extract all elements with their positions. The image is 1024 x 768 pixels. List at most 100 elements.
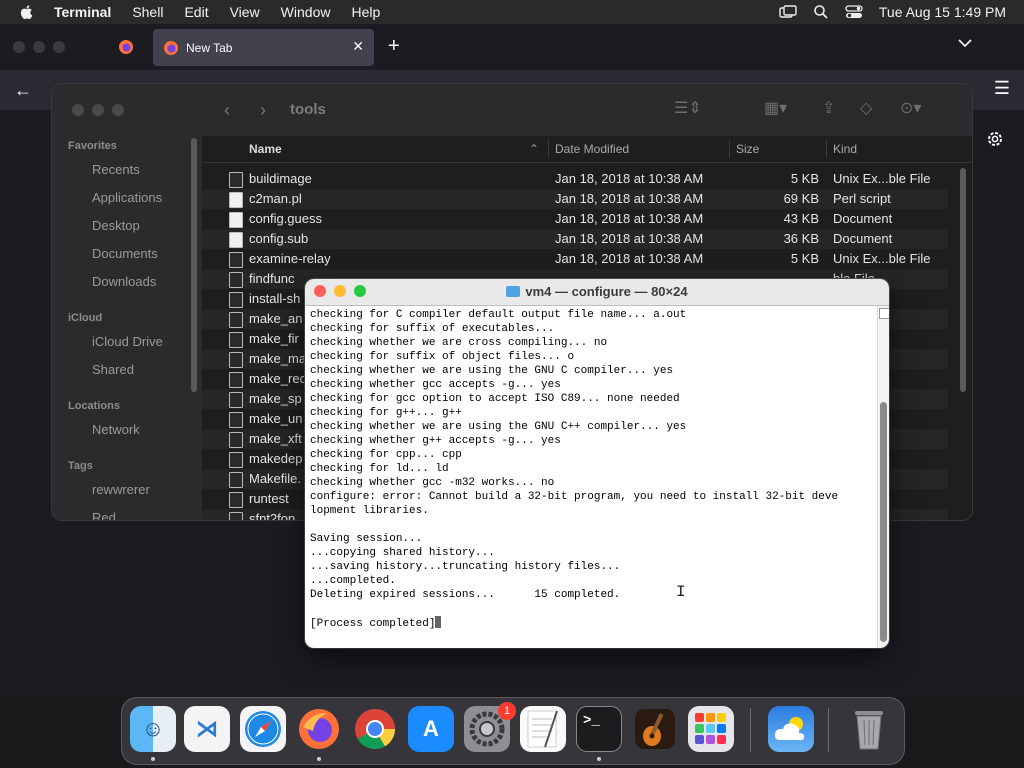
window-zoom-button[interactable]	[53, 41, 65, 53]
file-row[interactable]: examine-relay Jan 18, 2018 at 10:38 AM 5 K…	[202, 249, 948, 269]
new-tab-icon[interactable]: +	[388, 35, 400, 58]
dock-garageband-icon[interactable]	[632, 706, 678, 752]
sort-chevron-icon[interactable]: ⌃	[529, 142, 539, 156]
terminal-scroll-thumb[interactable]	[880, 402, 887, 642]
file-row[interactable]: c2man.pl Jan 18, 2018 at 10:38 AM 69 KB Per…	[202, 189, 948, 209]
window-minimize-button[interactable]	[33, 41, 45, 53]
terminal-line-text: lopment libraries.	[310, 505, 429, 517]
sidebar-item-applications[interactable]: Applications	[92, 190, 162, 205]
sidebar-item-icloud-drive[interactable]: iCloud Drive	[92, 334, 163, 349]
terminal-line-text: checking whether gcc -m32 works... no	[310, 477, 555, 489]
back-arrow-icon[interactable]: ←	[14, 80, 32, 101]
terminal-title-bar[interactable]: vm4 — configure — 80×24	[305, 279, 889, 306]
file-name: install-sh	[249, 291, 301, 306]
back-chevron-icon[interactable]: ‹	[224, 100, 230, 121]
tag-icon[interactable]: ◇	[860, 98, 872, 118]
dock-app-store-icon[interactable]: A	[408, 706, 454, 752]
terminal-title: vm4 — configure — 80×24	[305, 284, 889, 299]
column-date-modified[interactable]: Date Modified	[555, 142, 629, 156]
sidebar-tag-rewwrerer[interactable]: rewwrerer	[92, 482, 150, 497]
dock-trash-icon[interactable]	[846, 706, 892, 752]
dock-system-settings-icon[interactable]: 1	[464, 702, 516, 752]
terminal-line: ...completed.	[310, 574, 877, 588]
control-center-icon[interactable]	[845, 5, 863, 19]
folder-icon	[506, 286, 521, 297]
menu-edit[interactable]: Edit	[184, 4, 208, 20]
finder-close-button[interactable]	[72, 104, 84, 116]
dock-textedit-icon[interactable]	[520, 706, 566, 752]
group-icon[interactable]: ▦▾	[764, 98, 787, 118]
file-kind: Perl script	[833, 191, 891, 206]
screen-mirroring-icon[interactable]	[779, 5, 797, 19]
dock-safari-icon[interactable]	[240, 706, 286, 752]
settings-badge: 1	[498, 702, 516, 720]
file-name: sfnt2fon	[249, 511, 296, 520]
sidebar-tag-red[interactable]: Red	[92, 510, 116, 520]
tab-new-tab[interactable]: New Tab ✕	[153, 29, 374, 66]
sidebar-item-network[interactable]: Network	[92, 422, 140, 437]
terminal-scrollbar[interactable]	[877, 306, 889, 648]
file-name: examine-relay	[249, 251, 331, 266]
dock-firefox-icon[interactable]	[296, 706, 342, 752]
finder-minimize-button[interactable]	[92, 104, 104, 116]
terminal-line-text: checking for suffix of object files... o	[310, 351, 575, 363]
terminal-line: checking for C compiler default output f…	[310, 308, 877, 322]
terminal-line-text: configure: error: Cannot build a 32-bit …	[310, 491, 839, 503]
dock-finder-icon[interactable]: ☺	[130, 706, 176, 752]
finder-folder-title: tools	[290, 101, 326, 118]
file-row[interactable]: config.sub Jan 18, 2018 at 10:38 AM 36 KB D…	[202, 229, 948, 249]
file-row[interactable]: config.guess Jan 18, 2018 at 10:38 AM 43 K…	[202, 209, 948, 229]
spotlight-search-icon[interactable]	[813, 4, 829, 20]
sidebar-item-documents[interactable]: Documents	[92, 246, 158, 261]
file-list-scrollbar[interactable]	[960, 168, 966, 392]
menu-shell[interactable]: Shell	[132, 4, 163, 20]
file-icon	[229, 312, 243, 328]
list-view-icon[interactable]: ☰⇕	[674, 98, 702, 118]
forward-chevron-icon[interactable]: ›	[260, 100, 266, 121]
sidebar-item-downloads[interactable]: Downloads	[92, 274, 156, 289]
sidebar-scrollbar[interactable]	[191, 138, 197, 392]
dock-launchpad-icon[interactable]	[688, 706, 734, 752]
terminal-line-text: checking for C compiler default output f…	[310, 309, 687, 321]
menu-window[interactable]: Window	[281, 4, 331, 20]
column-size[interactable]: Size	[736, 142, 759, 156]
menu-help[interactable]: Help	[351, 4, 380, 20]
window-close-button[interactable]	[13, 41, 25, 53]
sidebar-item-recents[interactable]: Recents	[92, 162, 140, 177]
scroll-up-arrow[interactable]	[879, 308, 889, 319]
firefox-pinned-tab-icon[interactable]	[118, 39, 134, 55]
share-icon[interactable]: ⇪	[822, 98, 835, 118]
finder-toolbar: ‹ › tools ☰⇕ ▦▾ ⇪ ◇ ⊙▾	[202, 84, 972, 137]
sidebar-item-shared[interactable]: Shared	[92, 362, 134, 377]
menu-view[interactable]: View	[230, 4, 260, 20]
terminal-line: ...saving history...truncating history f…	[310, 560, 877, 574]
sidebar-item-desktop[interactable]: Desktop	[92, 218, 140, 233]
close-tab-icon[interactable]: ✕	[352, 38, 364, 55]
menu-app-name[interactable]: Terminal	[54, 4, 111, 20]
terminal-line-text: ...copying shared history...	[310, 547, 495, 559]
dock-weather-icon[interactable]	[768, 706, 814, 752]
file-name: make_sp	[249, 391, 302, 406]
column-name[interactable]: Name	[249, 142, 282, 156]
file-icon	[229, 412, 243, 428]
hamburger-menu-icon[interactable]: ☰	[994, 78, 1010, 99]
menu-clock[interactable]: Tue Aug 15 1:49 PM	[879, 4, 1006, 20]
terminal-line-text: Deleting expired sessions... 15 complete…	[310, 589, 621, 601]
file-size: 5 KB	[790, 251, 819, 266]
more-actions-icon[interactable]: ⊙▾	[900, 98, 921, 118]
terminal-window: vm4 — configure — 80×24 checking for C c…	[305, 279, 889, 648]
terminal-line: checking whether gcc accepts -g... yes	[310, 378, 877, 392]
dock-chrome-icon[interactable]	[352, 706, 398, 752]
apple-menu-icon[interactable]	[18, 3, 36, 21]
column-kind[interactable]: Kind	[833, 142, 857, 156]
finder-zoom-button[interactable]	[112, 104, 124, 116]
terminal-output[interactable]: checking for C compiler default output f…	[305, 306, 877, 648]
file-name: config.guess	[249, 211, 322, 226]
dock-vscode-icon[interactable]: ⋊	[184, 706, 230, 752]
sidebar-header-favorites: Favorites	[68, 140, 117, 152]
list-all-tabs-icon[interactable]	[958, 38, 972, 48]
gear-icon[interactable]	[986, 130, 1004, 148]
file-row[interactable]: buildimage Jan 18, 2018 at 10:38 AM 5 KB Un…	[202, 169, 948, 189]
dock-terminal-icon[interactable]: >_	[576, 706, 622, 752]
